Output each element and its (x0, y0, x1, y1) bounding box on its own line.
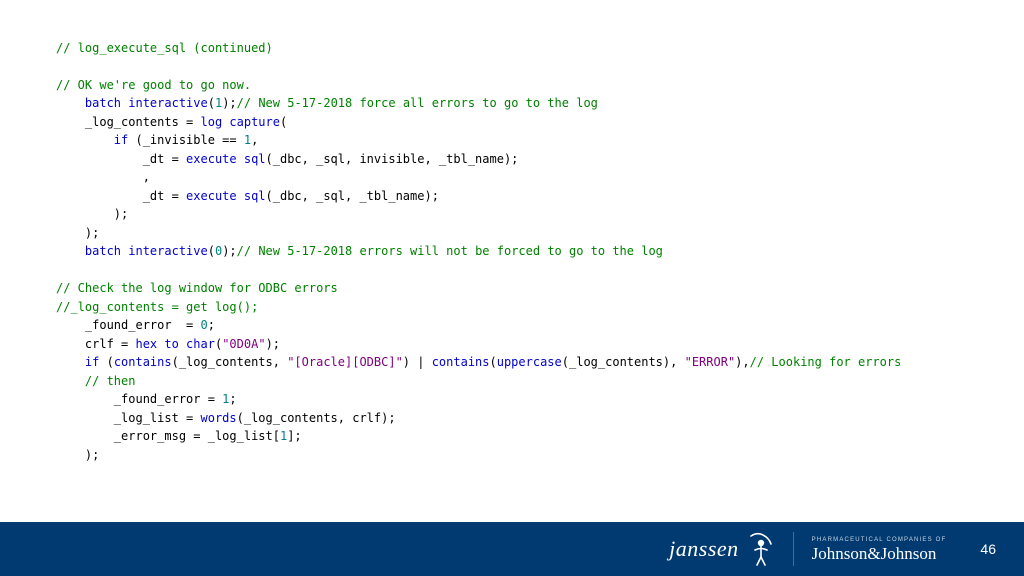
code-line: ); (56, 226, 99, 240)
code-line: // then (56, 374, 135, 388)
code-line: _log_contents = log capture( (56, 115, 287, 129)
jnj-script-text: Johnson&Johnson (812, 545, 937, 562)
code-line: // OK we're good to go now. (56, 78, 251, 92)
jnj-tagline: PHARMACEUTICAL COMPANIES OF (812, 537, 947, 543)
code-line: if (_invisible == 1, (56, 133, 258, 147)
jnj-logo: PHARMACEUTICAL COMPANIES OF Johnson&John… (812, 537, 947, 562)
footer-divider (793, 532, 794, 566)
code-line: _found_error = 1; (56, 392, 237, 406)
code-line: , (56, 170, 150, 184)
code-line: if (contains(_log_contents, "[Oracle][OD… (56, 355, 901, 369)
janssen-figure-icon (745, 530, 775, 568)
code-line: crlf = hex to char("0D0A"); (56, 337, 280, 351)
code-line: _error_msg = _log_list[1]; (56, 429, 302, 443)
code-line: // log_execute_sql (continued) (56, 41, 273, 55)
janssen-text: janssen (669, 536, 739, 562)
code-line: // Check the log window for ODBC errors (56, 281, 338, 295)
janssen-logo: janssen (669, 530, 775, 568)
slide: // log_execute_sql (continued) // OK we'… (0, 0, 1024, 576)
footer: janssen PHARMACEUTICAL COMPANIES OF John… (0, 522, 1024, 576)
code-line: _dt = execute sql(_dbc, _sql, _tbl_name)… (56, 189, 439, 203)
code-line: ); (56, 207, 128, 221)
code-block: // log_execute_sql (continued) // OK we'… (56, 20, 984, 483)
code-line: _dt = execute sql(_dbc, _sql, invisible,… (56, 152, 518, 166)
code-line: //_log_contents = get log(); (56, 300, 258, 314)
code-line: batch interactive(1);// New 5-17-2018 fo… (56, 96, 598, 110)
code-line: _log_list = words(_log_contents, crlf); (56, 411, 396, 425)
code-line: ); (56, 448, 99, 462)
page-number: 46 (980, 541, 996, 557)
code-line: _found_error = 0; (56, 318, 215, 332)
code-line: batch interactive(0);// New 5-17-2018 er… (56, 244, 663, 258)
